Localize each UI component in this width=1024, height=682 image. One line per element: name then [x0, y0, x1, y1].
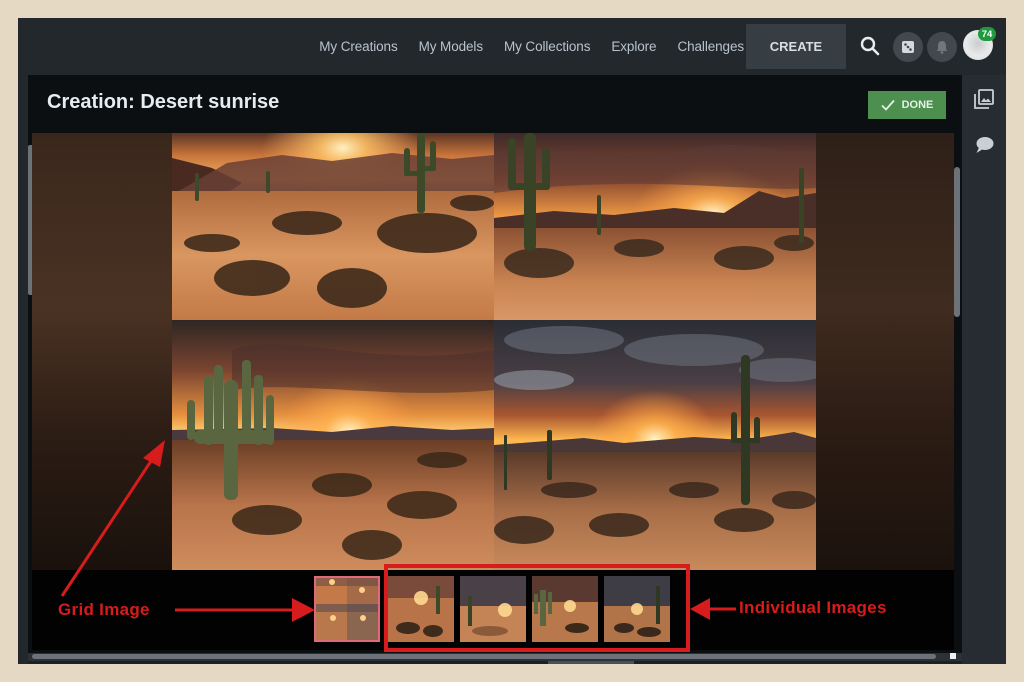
image-gallery-icon[interactable] [972, 87, 996, 111]
random-dice-button[interactable] [893, 32, 923, 62]
notifications-button[interactable] [927, 32, 957, 62]
scrollbar-corner [950, 653, 956, 659]
done-button[interactable]: DONE [868, 91, 946, 119]
app-window: My Creations My Models My Collections Ex… [18, 18, 1006, 664]
annotation-grid-image-label: Grid Image [58, 600, 150, 619]
nav-my-creations[interactable]: My Creations [319, 39, 397, 54]
individual-thumbnail-image [460, 576, 526, 642]
nav-links: My Creations My Models My Collections Ex… [319, 18, 744, 75]
individual-thumbnail-image [388, 576, 454, 642]
modal-title: Creation: Desert sunrise [47, 91, 280, 113]
bell-icon [936, 41, 948, 54]
blurred-backdrop-left [32, 133, 172, 570]
vertical-scrollbar[interactable] [954, 167, 960, 317]
dice-icon [902, 41, 914, 53]
thumbnail-individual-3[interactable] [532, 576, 598, 642]
desert-scene-image [494, 320, 816, 570]
nav-explore[interactable]: Explore [611, 39, 656, 54]
thumbnail-individual-2[interactable] [460, 576, 526, 642]
page-scrollbar-track [28, 661, 962, 664]
desert-scene-image [172, 320, 494, 570]
page-scrollbar[interactable] [548, 661, 634, 664]
grid-tile-4 [494, 320, 816, 570]
notification-count-badge: 74 [978, 27, 996, 41]
image-viewer [32, 133, 954, 570]
nav-challenges[interactable]: Challenges [677, 39, 744, 54]
grid-tile-3 [172, 320, 494, 570]
modal-header: Creation: Desert sunrise DONE [28, 75, 962, 133]
grid-tile-1 [172, 133, 494, 320]
grid-image[interactable] [172, 133, 816, 570]
grid-tile-2 [494, 133, 816, 320]
search-icon[interactable] [858, 34, 882, 58]
grid-thumbnail-image [316, 578, 378, 640]
horizontal-scrollbar[interactable] [32, 654, 936, 659]
done-label: DONE [901, 99, 934, 111]
right-toolbar [962, 75, 1006, 664]
desert-scene-image [494, 133, 816, 320]
check-icon [880, 99, 895, 111]
thumbnail-individual-1[interactable] [388, 576, 454, 642]
annotation-individual-images-label: Individual Images [739, 598, 887, 617]
create-button[interactable]: CREATE [746, 24, 846, 69]
thumbnail-grid-image[interactable] [314, 576, 380, 642]
creation-modal: Creation: Desert sunrise DONE [28, 75, 962, 664]
nav-my-collections[interactable]: My Collections [504, 39, 590, 54]
individual-thumbnail-image [532, 576, 598, 642]
thumbnail-individual-4[interactable] [604, 576, 670, 642]
top-nav: My Creations My Models My Collections Ex… [18, 18, 1006, 75]
blurred-backdrop-right [816, 133, 954, 570]
individual-thumbnail-image [604, 576, 670, 642]
comment-icon[interactable] [972, 133, 996, 157]
nav-my-models[interactable]: My Models [419, 39, 483, 54]
desert-scene-image [172, 133, 494, 320]
